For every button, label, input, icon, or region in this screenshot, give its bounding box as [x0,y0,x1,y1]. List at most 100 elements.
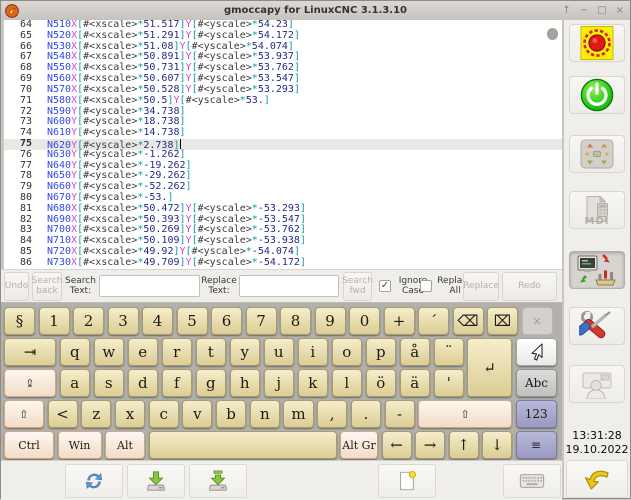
close-icon[interactable]: × [616,5,624,16]
key-abc[interactable]: Abc [516,369,557,397]
settings-button[interactable] [569,307,625,345]
gcode-line[interactable]: 74N610Y[#<yscale>*14.738] [4,128,562,139]
key-section[interactable]: § [4,307,35,335]
mdi-button[interactable]: MDI [569,191,625,229]
replace-all-checkbox[interactable] [420,280,432,292]
key-j[interactable]: j [264,369,295,397]
key-m[interactable]: m [283,400,313,428]
key-caps-lock[interactable]: ⇪ [4,369,56,397]
search-back-button[interactable]: Search back [32,272,62,301]
search-fwd-button[interactable]: Search fwd [343,272,372,301]
text-caret [180,139,181,149]
key-e[interactable]: e [128,338,159,366]
back-button[interactable] [566,460,628,498]
search-text-input[interactable] [99,275,200,297]
redo-button[interactable]: Redo [502,272,557,301]
power-button[interactable] [569,76,625,114]
key-tab[interactable]: ⇥ [4,338,56,366]
key-å[interactable]: å [400,338,431,366]
key-y[interactable]: y [230,338,261,366]
edit-mode-button[interactable] [569,251,625,289]
key-backspace[interactable]: ⌫ [453,307,484,335]
key-c[interactable]: c [149,400,179,428]
key-plus[interactable]: + [384,307,415,335]
manual-jog-button[interactable] [569,135,625,173]
key-close[interactable]: × [522,307,553,335]
key-minus[interactable]: - [385,400,415,428]
user-settings-button[interactable] [569,365,625,403]
key-arrow-up[interactable]: ↑ [449,431,479,459]
key-v[interactable]: v [182,400,212,428]
key-comma[interactable]: , [317,400,347,428]
key-h[interactable]: h [230,369,261,397]
replace-button[interactable]: Replace [463,272,499,301]
key-i[interactable]: i [298,338,329,366]
key-7[interactable]: 7 [246,307,277,335]
toggle-keyboard-button[interactable] [503,464,561,498]
key-arrow-left[interactable]: ← [382,431,412,459]
key-f[interactable]: f [162,369,193,397]
key-q[interactable]: q [60,338,91,366]
key-win[interactable]: Win [58,431,102,459]
key-8[interactable]: 8 [280,307,311,335]
key-d[interactable]: d [128,369,159,397]
key-ä[interactable]: ä [400,369,431,397]
key-arrow-right[interactable]: → [415,431,445,459]
key-n[interactable]: n [250,400,280,428]
gcode-editor[interactable]: 64N510X[#<xscale>*51.517]Y[#<yscale>*54.… [1,20,562,269]
key-alt-gr[interactable]: Alt Gr [340,431,378,459]
key-shift[interactable]: ⇧ [4,400,44,428]
maximize-icon[interactable]: □ [597,5,606,16]
key-w[interactable]: w [94,338,125,366]
key-5[interactable]: 5 [177,307,208,335]
key-apostrophe[interactable]: ' [434,369,465,397]
save-file-as-button[interactable] [189,464,247,498]
key-pointer[interactable] [516,338,557,366]
key-period[interactable]: . [351,400,381,428]
key-g[interactable]: g [196,369,227,397]
undo-button[interactable]: Undo [4,272,29,301]
key-t[interactable]: t [196,338,227,366]
key-ctrl[interactable]: Ctrl [4,431,54,459]
key-space[interactable] [149,431,337,459]
key-4[interactable]: 4 [142,307,173,335]
key-2[interactable]: 2 [73,307,104,335]
key-3[interactable]: 3 [108,307,139,335]
key-6[interactable]: 6 [211,307,242,335]
key-less-than[interactable]: < [48,400,78,428]
key-z[interactable]: z [81,400,111,428]
key-r[interactable]: r [162,338,193,366]
shade-icon[interactable]: ↑ [562,5,570,16]
minimize-icon[interactable]: − [580,5,588,16]
key-shift[interactable]: ⇧ [418,400,512,428]
key-diaeresis[interactable]: ¨ [434,338,465,366]
key-b[interactable]: b [216,400,246,428]
key-l[interactable]: l [332,369,363,397]
key-acute[interactable]: ´ [418,307,449,335]
key-k[interactable]: k [298,369,329,397]
key-u[interactable]: u [264,338,295,366]
ignore-case-checkbox[interactable]: ✓ [379,280,391,292]
key-ö[interactable]: ö [366,369,397,397]
key-a[interactable]: a [60,369,91,397]
estop-button[interactable] [569,24,625,62]
reload-file-button[interactable] [65,464,123,498]
key-menu[interactable]: ≡ [516,431,557,459]
editor-scrollbar-thumb[interactable] [547,28,558,40]
replace-text-input[interactable] [239,275,339,297]
key-0[interactable]: 0 [349,307,380,335]
gcode-line[interactable]: 86N730X[#<xscale>*49.709]Y[#<yscale>*-54… [4,258,562,269]
new-file-button[interactable] [378,464,436,498]
key-p[interactable]: p [366,338,397,366]
key-alt[interactable]: Alt [105,431,145,459]
key-o[interactable]: o [332,338,363,366]
key-delete[interactable]: ⌧ [487,307,518,335]
key-x[interactable]: x [115,400,145,428]
save-file-button[interactable] [127,464,185,498]
key-1[interactable]: 1 [39,307,70,335]
key-123[interactable]: 123 [516,400,557,428]
key-s[interactable]: s [94,369,125,397]
key-arrow-down[interactable]: ↓ [482,431,512,459]
key-enter[interactable]: ↵ [467,338,512,397]
key-9[interactable]: 9 [315,307,346,335]
